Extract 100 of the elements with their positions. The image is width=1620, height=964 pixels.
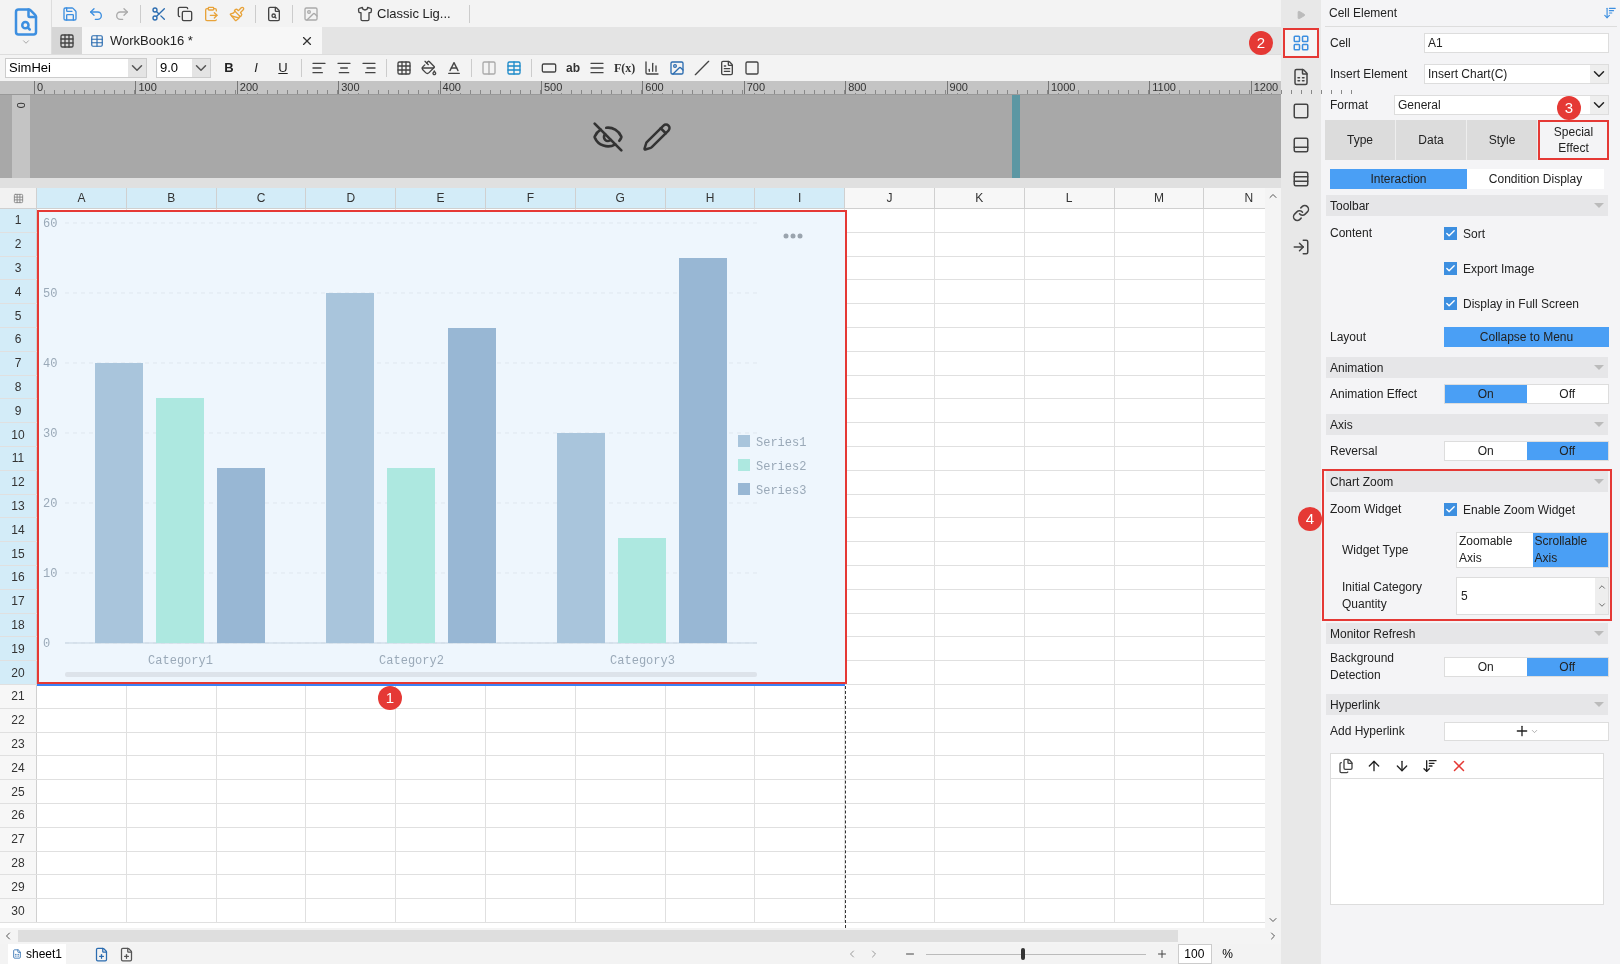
row-header[interactable]: 21 <box>0 684 37 708</box>
add-sheet-icon[interactable] <box>94 946 110 962</box>
row-header[interactable]: 6 <box>0 328 37 351</box>
column-header[interactable]: L <box>1024 188 1115 208</box>
checkbox-option[interactable]: Export Image <box>1444 251 1609 286</box>
horizontal-scrollbar[interactable] <box>0 928 1281 944</box>
section-header[interactable]: Axis <box>1326 414 1608 435</box>
cell-field[interactable]: A1 <box>1424 32 1609 53</box>
move-down-icon[interactable] <box>1394 758 1410 774</box>
column-header[interactable]: B <box>126 188 217 208</box>
section-header[interactable]: Monitor Refresh <box>1326 623 1608 644</box>
preview-icon[interactable] <box>303 5 319 22</box>
row-header[interactable]: 11 <box>0 446 37 470</box>
table-icon[interactable] <box>506 60 522 76</box>
row-header[interactable]: 28 <box>0 851 37 875</box>
select-all-icon[interactable] <box>12 192 24 204</box>
text-field-icon[interactable] <box>541 60 557 76</box>
row-header[interactable]: 25 <box>0 780 37 803</box>
column-header[interactable]: E <box>396 188 486 208</box>
column-header[interactable]: K <box>934 188 1025 208</box>
section-header[interactable]: Animation <box>1326 357 1608 378</box>
checkbox[interactable] <box>1444 262 1457 275</box>
column-header[interactable]: I <box>755 188 846 208</box>
zoom-slider[interactable] <box>926 948 1147 960</box>
freeze-icon[interactable] <box>481 60 497 76</box>
insert-element-select[interactable]: Insert Chart(C) <box>1424 63 1609 84</box>
option-button[interactable]: Off <box>1526 658 1608 676</box>
text-button[interactable]: ab <box>566 59 580 77</box>
checkbox-option[interactable]: Display in Full Screen <box>1444 286 1609 321</box>
row-header[interactable]: 10 <box>0 423 37 446</box>
save-icon[interactable] <box>62 5 78 22</box>
paste-icon[interactable] <box>203 5 219 22</box>
sub-tab[interactable]: Interaction <box>1330 169 1467 189</box>
row-header[interactable]: 1 <box>0 209 37 232</box>
option-button[interactable]: On <box>1445 385 1527 403</box>
rich-text-icon[interactable] <box>589 60 605 76</box>
zoom-in-icon[interactable] <box>1156 948 1169 960</box>
column-header[interactable]: D <box>306 188 397 208</box>
column-header[interactable]: F <box>486 188 576 208</box>
column-header[interactable]: C <box>216 188 307 208</box>
fill-color-icon[interactable] <box>421 60 437 76</box>
image-icon[interactable] <box>669 60 686 76</box>
row-header[interactable]: 20 <box>0 661 37 684</box>
panel-tab[interactable]: Special Effect <box>1538 120 1609 160</box>
add-report-icon[interactable] <box>119 946 135 962</box>
checkbox[interactable] <box>1444 227 1457 240</box>
section-header[interactable]: Hyperlink <box>1326 694 1608 715</box>
border-icon[interactable] <box>396 60 412 76</box>
section-header[interactable]: Chart Zoom <box>1326 471 1608 492</box>
column-header[interactable]: H <box>665 188 756 208</box>
row-header[interactable]: 5 <box>0 304 37 327</box>
row-header[interactable]: 15 <box>0 542 37 565</box>
column-header[interactable]: A <box>37 188 127 208</box>
page-boundary-marker[interactable] <box>1012 95 1020 178</box>
row-header[interactable]: 4 <box>0 280 37 304</box>
sheet-tab[interactable]: sheet1 <box>8 944 67 964</box>
row-header[interactable]: 27 <box>0 827 37 851</box>
move-up-icon[interactable] <box>1366 758 1382 774</box>
side-tool-button[interactable] <box>1283 28 1319 58</box>
column-header[interactable]: N <box>1204 188 1265 208</box>
text-style-button[interactable]: I <box>247 58 265 78</box>
zoom-field[interactable]: 100 <box>1178 944 1213 964</box>
row-header[interactable]: 16 <box>0 565 37 589</box>
row-header[interactable]: 8 <box>0 375 37 399</box>
font-size-select[interactable]: 9.0 <box>156 58 211 78</box>
workbook-tab[interactable]: WorkBook16 * <box>82 27 322 54</box>
row-header[interactable]: 19 <box>0 637 37 661</box>
edit-icon[interactable] <box>642 121 672 152</box>
row-header[interactable]: 9 <box>0 399 37 423</box>
copy-icon[interactable] <box>177 5 193 22</box>
row-header[interactable]: 17 <box>0 589 37 613</box>
checkbox[interactable] <box>1444 297 1457 310</box>
cut-icon[interactable] <box>151 5 167 22</box>
copy-icon[interactable] <box>1338 758 1354 774</box>
new-workbook-icon[interactable] <box>59 32 75 49</box>
row-header[interactable]: 7 <box>0 351 37 375</box>
row-header[interactable]: 18 <box>0 613 37 637</box>
column-header[interactable]: J <box>845 188 935 208</box>
search-icon[interactable] <box>266 5 282 22</box>
row-header[interactable]: 24 <box>0 756 37 780</box>
align-center-icon[interactable] <box>336 60 352 76</box>
checkbox-option[interactable]: Sort <box>1444 216 1609 251</box>
hidden-icon[interactable] <box>592 120 624 153</box>
caret-icon[interactable] <box>20 37 31 47</box>
redo-icon[interactable] <box>114 5 130 22</box>
cell-border-icon[interactable] <box>744 60 761 76</box>
align-right-icon[interactable] <box>361 60 377 76</box>
font-select[interactable]: SimHei <box>5 58 147 78</box>
row-header[interactable]: 26 <box>0 803 37 827</box>
vertical-scrollbar[interactable] <box>1265 188 1281 928</box>
font-color-icon[interactable] <box>446 60 462 76</box>
diagonal-line-icon[interactable] <box>694 60 711 76</box>
subreport-icon[interactable] <box>719 60 736 76</box>
move-bottom-icon[interactable] <box>1422 758 1438 774</box>
row-header[interactable]: 14 <box>0 518 37 542</box>
align-left-icon[interactable] <box>311 60 327 76</box>
undo-icon[interactable] <box>88 5 104 22</box>
increment-icon[interactable] <box>1596 582 1607 592</box>
section-header[interactable]: Toolbar <box>1326 195 1608 216</box>
collapse-button[interactable]: Collapse to Menu <box>1444 327 1609 347</box>
